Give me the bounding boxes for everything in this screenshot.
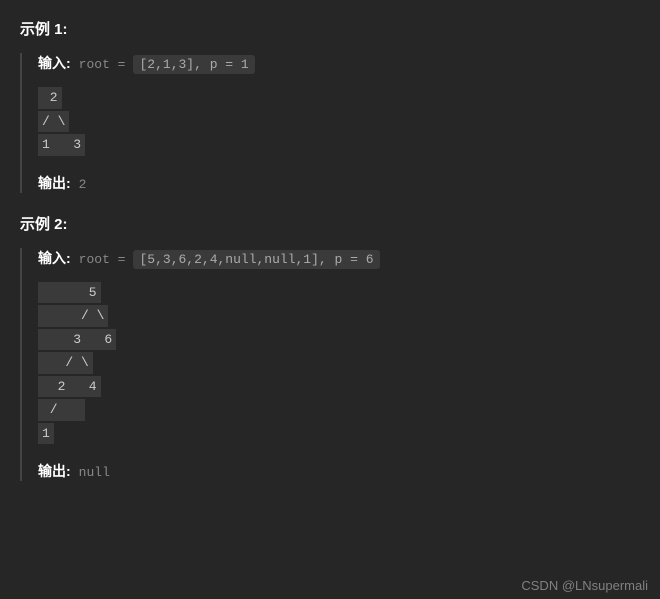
input-label: 输入: bbox=[38, 248, 71, 268]
tree-line: 2 4 bbox=[38, 376, 101, 398]
example-2-output-line: 输出: null bbox=[38, 461, 640, 481]
tree-line: 1 bbox=[38, 423, 54, 445]
tree-line: 1 3 bbox=[38, 134, 85, 156]
output-label: 输出: bbox=[38, 461, 71, 481]
output-value: null bbox=[79, 465, 110, 480]
tree-line: 5 bbox=[38, 282, 101, 304]
tree-line: 3 6 bbox=[38, 329, 116, 351]
example-2-block: 输入: root = [5,3,6,2,4,null,null,1], p = … bbox=[20, 248, 640, 482]
example-1-block: 输入: root = [2,1,3], p = 1 2 / \ 1 3 输出: … bbox=[20, 53, 640, 193]
tree-line: / \ bbox=[38, 352, 93, 374]
example-1-input-line: 输入: root = [2,1,3], p = 1 bbox=[38, 53, 640, 74]
example-1: 示例 1: 输入: root = [2,1,3], p = 1 2 / \ 1 … bbox=[20, 18, 640, 193]
input-label: 输入: bbox=[38, 53, 71, 73]
tree-line: 2 bbox=[38, 87, 62, 109]
input-code: [5,3,6,2,4,null,null,1], p = 6 bbox=[133, 250, 379, 269]
example-1-output-line: 输出: 2 bbox=[38, 173, 640, 193]
output-label: 输出: bbox=[38, 173, 71, 193]
tree-line: / bbox=[38, 399, 85, 421]
output-value: 2 bbox=[79, 177, 87, 192]
example-2-input-line: 输入: root = [5,3,6,2,4,null,null,1], p = … bbox=[38, 248, 640, 269]
example-2: 示例 2: 输入: root = [5,3,6,2,4,null,null,1]… bbox=[20, 213, 640, 482]
tree-line: / \ bbox=[38, 305, 108, 327]
input-code: [2,1,3], p = 1 bbox=[133, 55, 254, 74]
example-1-heading: 示例 1: bbox=[20, 18, 640, 39]
input-prefix: root = bbox=[79, 252, 126, 267]
example-2-tree: 5 / \ 3 6 / \ 2 4 / 1 bbox=[38, 281, 640, 446]
input-prefix: root = bbox=[79, 57, 126, 72]
tree-line: / \ bbox=[38, 111, 69, 133]
example-1-tree: 2 / \ 1 3 bbox=[38, 86, 640, 157]
example-2-heading: 示例 2: bbox=[20, 213, 640, 234]
watermark: CSDN @LNsupermali bbox=[521, 578, 648, 593]
